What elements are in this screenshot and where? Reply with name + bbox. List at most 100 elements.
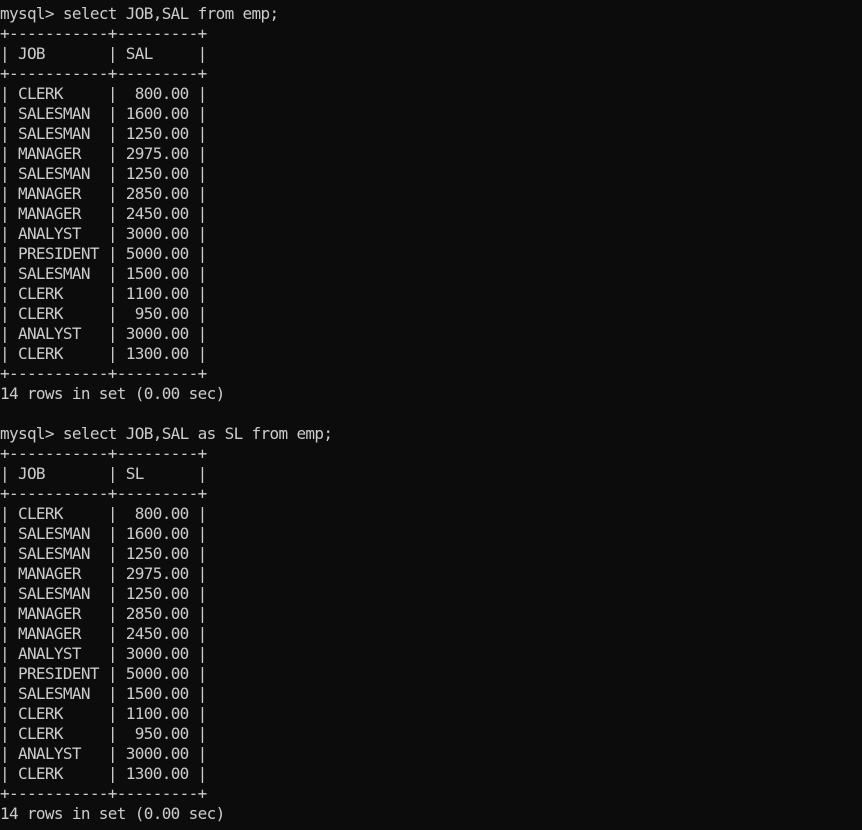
cell-job: ANALYST [17, 744, 108, 763]
table-border-char: | [0, 744, 18, 763]
cell-job: MANAGER [17, 604, 108, 623]
table-border-char: | [107, 44, 126, 63]
table-row: | CLERK | 1300.00 | [0, 764, 332, 784]
cell-sal: 950.00 [125, 724, 198, 743]
table-border-char: | [197, 344, 208, 363]
cell-sal: 950.00 [125, 304, 198, 323]
table-row: | MANAGER | 2975.00 | [0, 144, 332, 164]
cell-sal: 1250.00 [125, 584, 198, 603]
table-border-char: | [107, 704, 126, 723]
mysql-prompt: mysql> [0, 424, 55, 443]
table-border-char: | [0, 464, 18, 483]
table-border-char: | [0, 324, 18, 343]
column-header-job: JOB [17, 464, 108, 483]
table-border-char: | [0, 264, 18, 283]
table-border-char: | [0, 764, 18, 783]
table-border-char: | [107, 644, 126, 663]
table-row: | SALESMAN | 1500.00 | [0, 684, 332, 704]
table-border-char: | [0, 584, 18, 603]
table-border: +-----------+---------+ [0, 484, 207, 503]
table-border-char: | [107, 164, 126, 183]
cell-sal: 3000.00 [125, 744, 198, 763]
table-row: | SALESMAN | 1500.00 | [0, 264, 332, 284]
table-border-char: | [197, 684, 208, 703]
table-border-char: | [197, 124, 208, 143]
cell-job: MANAGER [17, 144, 108, 163]
table-row: | SALESMAN | 1250.00 | [0, 164, 332, 184]
table-row: | CLERK | 950.00 | [0, 724, 332, 744]
table-border-char: | [107, 224, 126, 243]
cell-sal: 1250.00 [125, 124, 198, 143]
table-border-char: | [107, 264, 126, 283]
cell-sal: 1100.00 [125, 284, 198, 303]
cell-job: ANALYST [17, 324, 108, 343]
table-border-char: | [197, 164, 208, 183]
table-row: | ANALYST | 3000.00 | [0, 744, 332, 764]
table-row: | SALESMAN | 1600.00 | [0, 524, 332, 544]
table-border-char: | [0, 684, 18, 703]
cell-job: ANALYST [17, 224, 108, 243]
cell-job: CLERK [17, 504, 108, 523]
table-border-char: | [197, 624, 208, 643]
cell-job: SALESMAN [17, 524, 108, 543]
cell-sal: 1600.00 [125, 524, 198, 543]
table-border-char: | [107, 244, 126, 263]
cell-sal: 1300.00 [125, 764, 198, 783]
table-border-char: | [0, 244, 18, 263]
cell-job: PRESIDENT [17, 664, 108, 683]
table-row: | PRESIDENT | 5000.00 | [0, 244, 332, 264]
table-border-char: | [0, 644, 18, 663]
table-border-char: | [107, 724, 126, 743]
cell-sal: 5000.00 [125, 664, 198, 683]
table-row: | MANAGER | 2850.00 | [0, 604, 332, 624]
table-row: | CLERK | 950.00 | [0, 304, 332, 324]
table-border-char: | [0, 704, 18, 723]
cell-sal: 3000.00 [125, 324, 198, 343]
table-border-char: | [107, 744, 126, 763]
table-border-char: | [197, 564, 208, 583]
cell-job: SALESMAN [17, 164, 108, 183]
table-border-char: | [107, 624, 126, 643]
cell-job: CLERK [17, 704, 108, 723]
table-row: | CLERK | 800.00 | [0, 504, 332, 524]
table-border-char: | [0, 624, 18, 643]
table-border-char: | [0, 104, 18, 123]
cell-job: MANAGER [17, 624, 108, 643]
table-border-char: | [197, 744, 208, 763]
table-border-char: | [107, 324, 126, 343]
table-border-char: | [107, 664, 126, 683]
cell-sal: 2850.00 [125, 604, 198, 623]
table-border-char: | [0, 664, 18, 683]
result-summary: 14 rows in set (0.00 sec) [0, 384, 332, 404]
table-border-char: | [0, 204, 18, 223]
cell-sal: 1100.00 [125, 704, 198, 723]
table-row: | MANAGER | 2975.00 | [0, 564, 332, 584]
cell-job: MANAGER [17, 184, 108, 203]
table-border-char: | [197, 604, 208, 623]
table-border-char: | [107, 124, 126, 143]
table-border-char: | [197, 664, 208, 683]
table-row: | ANALYST | 3000.00 | [0, 644, 332, 664]
table-border-char: | [107, 544, 126, 563]
table-border-char: | [107, 764, 126, 783]
table-row: | MANAGER | 2850.00 | [0, 184, 332, 204]
table-border-char: | [197, 184, 208, 203]
table-border-char: | [197, 44, 208, 63]
terminal-output: mysql> select JOB,SAL from emp; +--------… [0, 4, 333, 824]
cell-sal: 1300.00 [125, 344, 198, 363]
terminal-window[interactable]: mysql> select JOB,SAL from emp; +--------… [0, 0, 862, 830]
cell-sal: 1500.00 [125, 684, 198, 703]
table-border-char: | [0, 304, 18, 323]
table-border-char: | [197, 584, 208, 603]
cell-sal: 2450.00 [125, 624, 198, 643]
table-border-char: | [0, 724, 18, 743]
table-border: +-----------+---------+ [0, 444, 207, 463]
cell-job: SALESMAN [17, 684, 108, 703]
table-border-char: | [197, 304, 208, 323]
table-border-char: | [0, 44, 18, 63]
cell-job: CLERK [17, 344, 108, 363]
cell-job: CLERK [17, 304, 108, 323]
table-row: | PRESIDENT | 5000.00 | [0, 664, 332, 684]
